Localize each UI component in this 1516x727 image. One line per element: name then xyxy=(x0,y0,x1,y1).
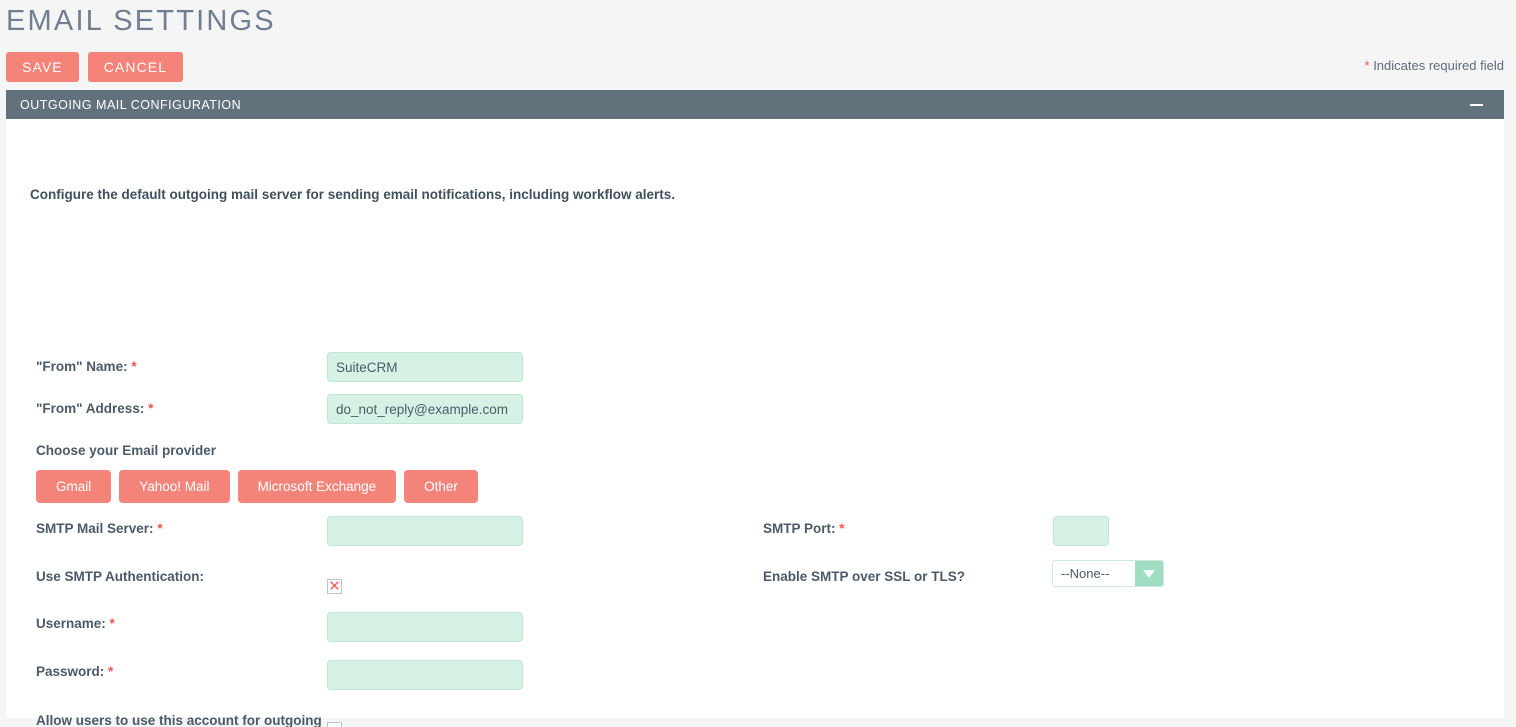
use-smtp-authentication-checkbox[interactable]: ✕ xyxy=(327,579,342,594)
email-provider-heading: Choose your Email provider xyxy=(36,443,217,458)
from-name-label-text: "From" Name: xyxy=(36,359,128,374)
from-address-input[interactable] xyxy=(327,394,523,424)
page-title: EMAIL SETTINGS xyxy=(6,5,276,37)
password-label: Password: * xyxy=(36,664,113,679)
save-button[interactable]: SAVE xyxy=(6,52,79,82)
panel-body: Configure the default outgoing mail serv… xyxy=(6,119,1504,727)
action-bar: SAVE CANCEL xyxy=(6,52,184,82)
from-address-label: "From" Address: * xyxy=(36,401,153,416)
smtp-port-input[interactable] xyxy=(1053,516,1109,546)
password-label-text: Password: xyxy=(36,664,105,679)
required-field-note: * Indicates required field xyxy=(1365,58,1505,73)
panel-title: OUTGOING MAIL CONFIGURATION xyxy=(20,97,242,112)
email-provider-buttons: Gmail Yahoo! Mail Microsoft Exchange Oth… xyxy=(36,470,478,503)
allow-users-label: Allow users to use this account for outg… xyxy=(36,701,326,727)
ssl-tls-label: Enable SMTP over SSL or TLS? xyxy=(763,569,966,584)
cancel-button[interactable]: CANCEL xyxy=(87,52,184,82)
required-note-text: Indicates required field xyxy=(1373,58,1504,73)
panel-header[interactable]: OUTGOING MAIL CONFIGURATION xyxy=(6,90,1504,119)
from-name-input[interactable] xyxy=(327,352,523,382)
chevron-down-icon[interactable] xyxy=(1135,561,1163,586)
outgoing-mail-configuration-panel: OUTGOING MAIL CONFIGURATION Configure th… xyxy=(6,90,1504,727)
smtp-mail-server-label: SMTP Mail Server: * xyxy=(36,521,163,536)
provider-gmail-button[interactable]: Gmail xyxy=(36,470,112,503)
smtp-port-label-text: SMTP Port: xyxy=(763,521,836,536)
password-input[interactable] xyxy=(327,660,523,690)
username-label: Username: * xyxy=(36,616,115,631)
provider-microsoft-exchange-button[interactable]: Microsoft Exchange xyxy=(237,470,397,503)
allow-users-checkbox[interactable] xyxy=(327,722,342,727)
ssl-tls-select[interactable]: --None-- xyxy=(1052,560,1164,587)
from-address-required-asterisk: * xyxy=(148,401,154,416)
smtp-port-required-asterisk: * xyxy=(839,521,845,536)
email-settings-page: EMAIL SETTINGS SAVE CANCEL * Indicates r… xyxy=(0,0,1516,727)
from-name-required-asterisk: * xyxy=(131,359,137,374)
panel-description: Configure the default outgoing mail serv… xyxy=(30,187,676,202)
use-smtp-authentication-label: Use SMTP Authentication: xyxy=(36,569,205,584)
provider-yahoo-mail-button[interactable]: Yahoo! Mail xyxy=(119,470,230,503)
smtp-port-label: SMTP Port: * xyxy=(763,521,845,536)
smtp-mail-server-label-text: SMTP Mail Server: xyxy=(36,521,154,536)
provider-other-button[interactable]: Other xyxy=(404,470,478,503)
from-address-label-text: "From" Address: xyxy=(36,401,145,416)
from-name-label: "From" Name: * xyxy=(36,359,137,374)
username-input[interactable] xyxy=(327,612,523,642)
smtp-mail-server-input[interactable] xyxy=(327,516,523,546)
minus-icon[interactable] xyxy=(1470,103,1483,106)
required-asterisk: * xyxy=(1364,58,1370,73)
password-required-asterisk: * xyxy=(108,664,114,679)
allow-users-label-text: Allow users to use this account for outg… xyxy=(36,713,322,727)
smtp-mail-server-required-asterisk: * xyxy=(157,521,163,536)
username-required-asterisk: * xyxy=(109,616,115,631)
ssl-tls-selected-value: --None-- xyxy=(1061,566,1110,581)
username-label-text: Username: xyxy=(36,616,106,631)
